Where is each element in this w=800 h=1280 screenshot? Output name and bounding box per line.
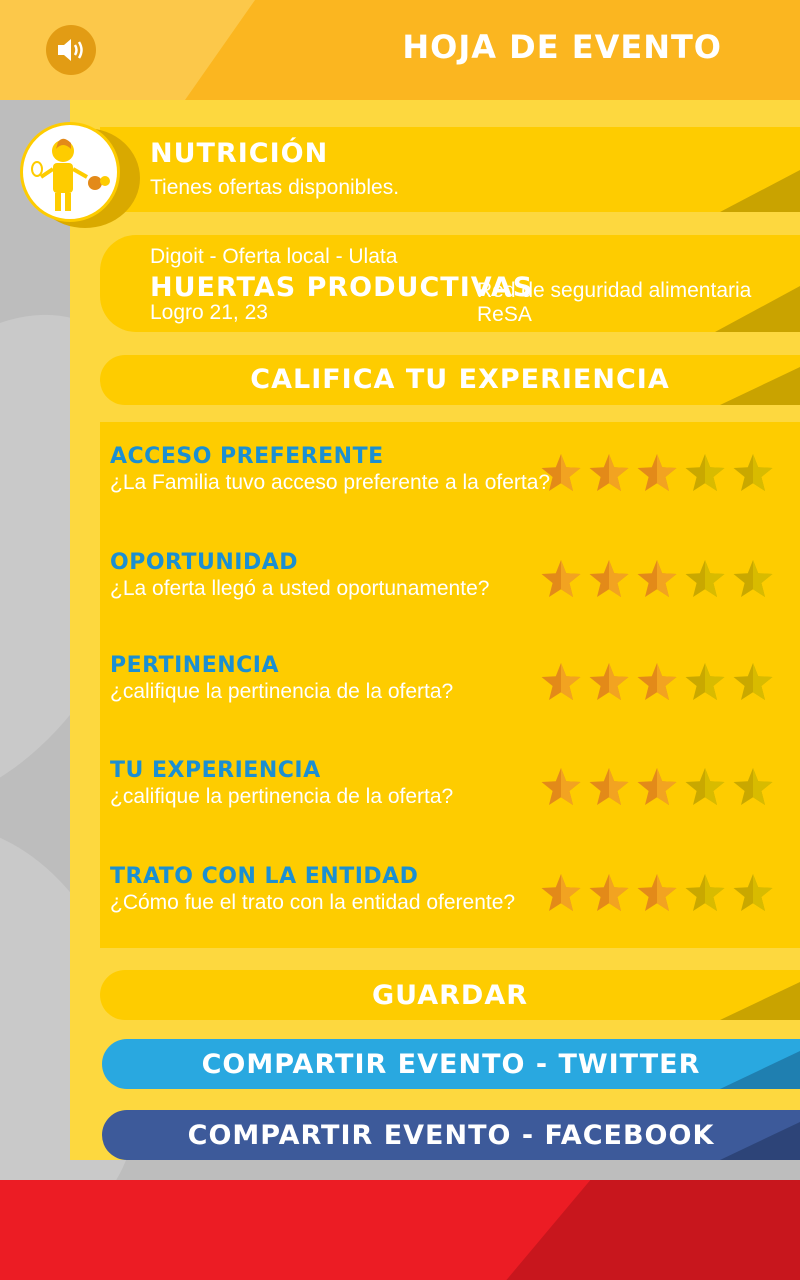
star-empty-icon[interactable] <box>732 452 774 494</box>
star-filled-icon[interactable] <box>636 872 678 914</box>
star-filled-icon[interactable] <box>540 661 582 703</box>
category-title: NUTRICIÓN <box>150 138 329 169</box>
star-rating[interactable] <box>540 452 774 494</box>
share-facebook-button[interactable]: COMPARTIR EVENTO - FACEBOOK <box>102 1110 800 1160</box>
star-rating[interactable] <box>540 661 774 703</box>
star-rating[interactable] <box>540 872 774 914</box>
star-empty-icon[interactable] <box>732 661 774 703</box>
ratings-list: ACCESO PREFERENTE ¿La Familia tuvo acceso… <box>110 422 800 948</box>
star-empty-icon[interactable] <box>684 558 726 600</box>
rate-title: CALIFICA TU EXPERIENCIA <box>250 364 670 395</box>
star-filled-icon[interactable] <box>540 766 582 808</box>
star-empty-icon[interactable] <box>684 766 726 808</box>
star-empty-icon[interactable] <box>684 661 726 703</box>
footer-bar <box>0 1180 800 1280</box>
rating-row: TU EXPERIENCIA ¿califique la pertinencia … <box>110 758 800 809</box>
star-rating[interactable] <box>540 558 774 600</box>
rating-row: TRATO CON LA ENTIDAD ¿Cómo fue el trato c… <box>110 864 800 915</box>
rating-row: PERTINENCIA ¿califique la pertinencia de … <box>110 653 800 704</box>
star-filled-icon[interactable] <box>540 558 582 600</box>
offer-achievement: Logro 21, 23 <box>150 301 268 324</box>
star-empty-icon[interactable] <box>684 872 726 914</box>
star-empty-icon[interactable] <box>684 452 726 494</box>
offer-network: Red de seguridad alimentaria ReSA <box>477 279 752 326</box>
share-twitter-label: COMPARTIR EVENTO - TWITTER <box>201 1048 701 1080</box>
rating-row: OPORTUNIDAD ¿La oferta llegó a usted opor… <box>110 550 800 601</box>
category-subtitle: Tienes ofertas disponibles. <box>150 176 400 199</box>
star-empty-icon[interactable] <box>732 872 774 914</box>
star-filled-icon[interactable] <box>636 558 678 600</box>
star-filled-icon[interactable] <box>540 872 582 914</box>
star-rating[interactable] <box>540 766 774 808</box>
star-empty-icon[interactable] <box>732 766 774 808</box>
star-filled-icon[interactable] <box>636 452 678 494</box>
star-filled-icon[interactable] <box>636 661 678 703</box>
offer-name: HUERTAS PRODUCTIVAS <box>150 272 534 303</box>
star-filled-icon[interactable] <box>636 766 678 808</box>
star-filled-icon[interactable] <box>540 452 582 494</box>
page-title: HOJA DE EVENTO <box>402 28 722 66</box>
star-filled-icon[interactable] <box>588 558 630 600</box>
star-filled-icon[interactable] <box>588 661 630 703</box>
nutrition-avatar-icon <box>20 122 120 222</box>
offer-location: Digoit - Oferta local - Ulata <box>150 245 398 268</box>
share-facebook-label: COMPARTIR EVENTO - FACEBOOK <box>187 1119 715 1151</box>
star-filled-icon[interactable] <box>588 872 630 914</box>
save-button[interactable]: GUARDAR <box>100 970 800 1020</box>
speaker-icon[interactable] <box>46 25 96 75</box>
star-filled-icon[interactable] <box>588 766 630 808</box>
rating-row: ACCESO PREFERENTE ¿La Familia tuvo acceso… <box>110 444 800 495</box>
star-empty-icon[interactable] <box>732 558 774 600</box>
star-filled-icon[interactable] <box>588 452 630 494</box>
save-button-label: GUARDAR <box>371 979 529 1011</box>
share-twitter-button[interactable]: COMPARTIR EVENTO - TWITTER <box>102 1039 800 1089</box>
